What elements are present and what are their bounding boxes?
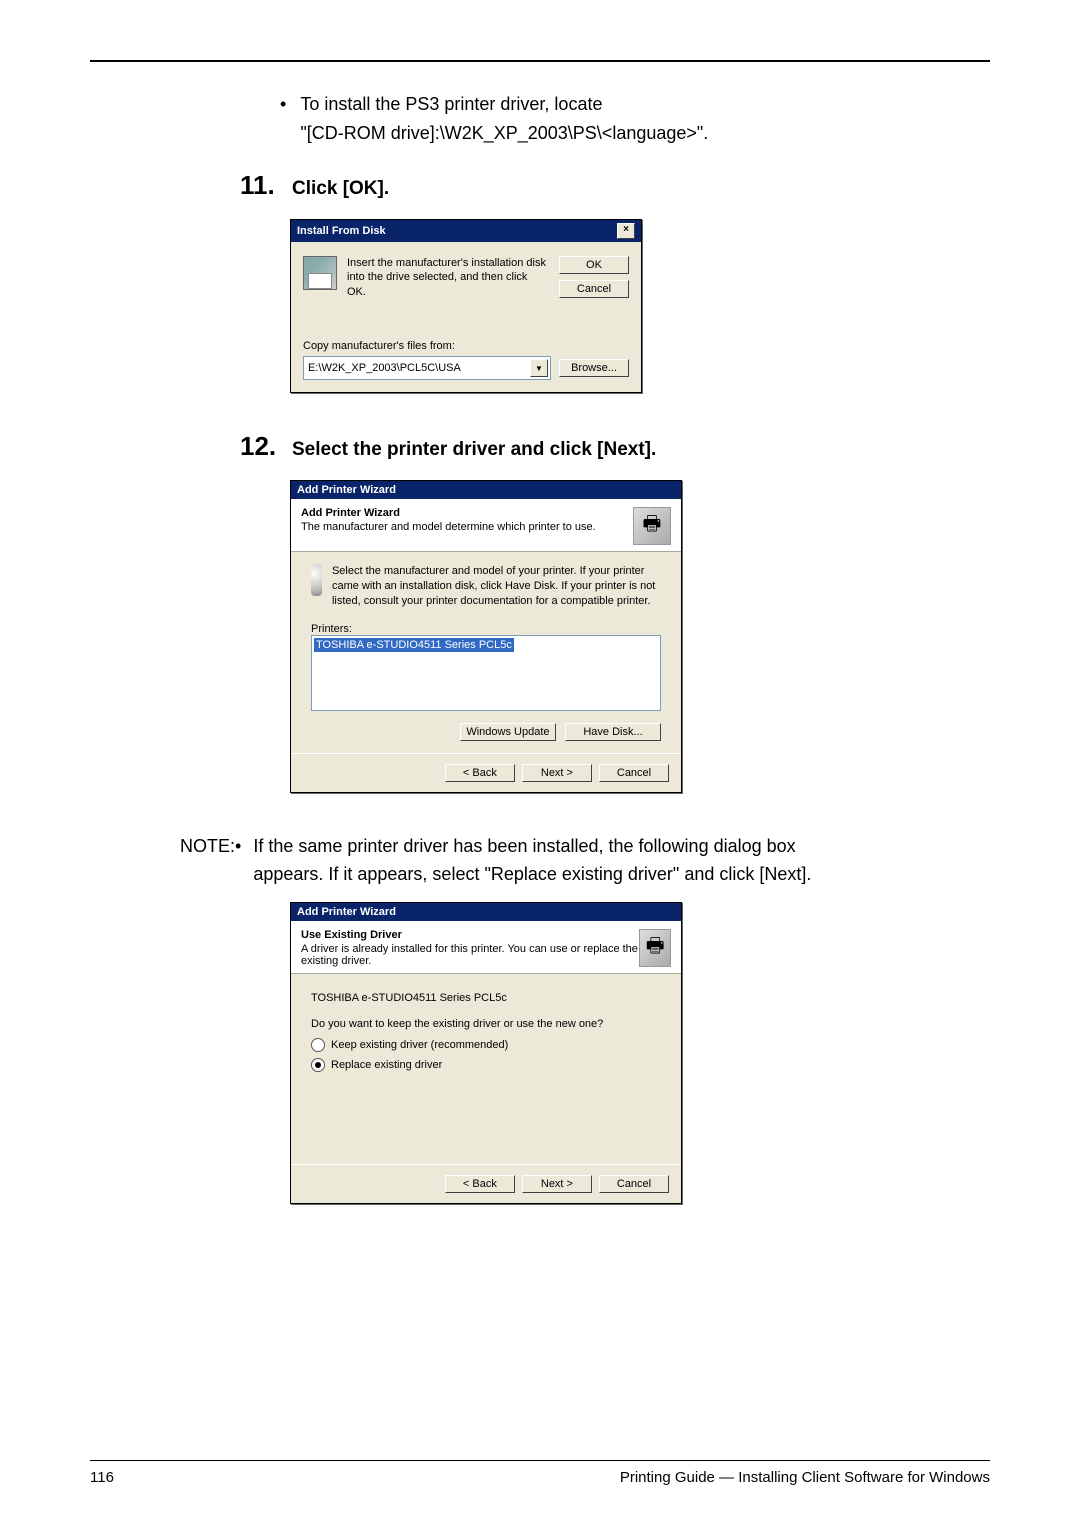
printer-list-item[interactable]: TOSHIBA e-STUDIO4511 Series PCL5c: [314, 638, 514, 652]
page-footer: 116 Printing Guide — Installing Client S…: [90, 1460, 990, 1486]
bullet-text-line2: "[CD-ROM drive]:\W2K_XP_2003\PS\<languag…: [300, 123, 708, 143]
wizard-info-text: Select the manufacturer and model of you…: [332, 564, 661, 609]
browse-button[interactable]: Browse...: [559, 359, 629, 377]
next-button[interactable]: Next >: [522, 764, 592, 782]
cancel-button[interactable]: Cancel: [559, 280, 629, 298]
step-number: 11.: [240, 170, 278, 201]
printers-label: Printers:: [311, 623, 661, 635]
windows-update-button[interactable]: Windows Update: [460, 723, 556, 741]
install-from-disk-dialog: Install From Disk × Insert the manufactu…: [290, 219, 642, 394]
cancel-button[interactable]: Cancel: [599, 1175, 669, 1193]
printers-listbox[interactable]: TOSHIBA e-STUDIO4511 Series PCL5c: [311, 635, 661, 711]
bullet-dot: •: [280, 90, 286, 148]
step-12: 12. Select the printer driver and click …: [240, 431, 990, 462]
bullet-dot: •: [235, 833, 241, 889]
note-label: NOTE:: [180, 833, 235, 889]
have-disk-button[interactable]: Have Disk...: [565, 723, 661, 741]
back-button[interactable]: < Back: [445, 764, 515, 782]
printer-icon: 🖶: [633, 507, 671, 545]
copy-from-label: Copy manufacturer's files from:: [303, 340, 629, 352]
dialog-message: Insert the manufacturer's installation d…: [347, 256, 549, 301]
step-instruction: Select the printer driver and click [Nex…: [292, 439, 656, 461]
step-11: 11. Click [OK].: [240, 170, 990, 201]
close-icon[interactable]: ×: [617, 223, 635, 239]
wizard-heading: Add Printer Wizard: [301, 507, 596, 519]
dialog-title-text: Add Printer Wizard: [297, 484, 396, 496]
bullet-ps3-driver: • To install the PS3 printer driver, loc…: [280, 90, 990, 148]
radio-label: Replace existing driver: [331, 1059, 442, 1071]
next-button[interactable]: Next >: [522, 1175, 592, 1193]
top-divider: [90, 60, 990, 62]
wizard-subheading: The manufacturer and model determine whi…: [301, 521, 596, 533]
wizard-heading: Use Existing Driver: [301, 929, 639, 941]
driver-question: Do you want to keep the existing driver …: [311, 1018, 661, 1030]
use-existing-driver-dialog: Add Printer Wizard Use Existing Driver A…: [290, 902, 682, 1204]
dialog-title-text: Add Printer Wizard: [297, 906, 396, 918]
ok-button[interactable]: OK: [559, 256, 629, 274]
driver-model-text: TOSHIBA e-STUDIO4511 Series PCL5c: [311, 992, 661, 1004]
step-number: 12.: [240, 431, 278, 462]
radio-keep-existing[interactable]: Keep existing driver (recommended): [311, 1038, 661, 1052]
chevron-down-icon[interactable]: ▼: [530, 359, 548, 377]
step-instruction: Click [OK].: [292, 178, 389, 200]
path-value: E:\W2K_XP_2003\PCL5C\USA: [308, 362, 461, 374]
radio-label: Keep existing driver (recommended): [331, 1039, 508, 1051]
floppy-disk-icon: [303, 256, 337, 290]
dialog-titlebar: Install From Disk ×: [291, 220, 641, 242]
bullet-text-line1: To install the PS3 printer driver, locat…: [300, 94, 602, 114]
dialog-titlebar: Add Printer Wizard: [291, 481, 681, 499]
add-printer-wizard-dialog: Add Printer Wizard Add Printer Wizard Th…: [290, 480, 682, 793]
radio-icon: [311, 1058, 325, 1072]
page-number: 116: [90, 1469, 114, 1486]
cancel-button[interactable]: Cancel: [599, 764, 669, 782]
footer-text: Printing Guide — Installing Client Softw…: [620, 1469, 990, 1486]
dialog-title-text: Install From Disk: [297, 225, 386, 237]
path-combobox[interactable]: E:\W2K_XP_2003\PCL5C\USA ▼: [303, 356, 551, 380]
printer-icon: 🖶: [639, 929, 671, 967]
wizard-subheading: A driver is already installed for this p…: [301, 943, 639, 967]
radio-icon: [311, 1038, 325, 1052]
note-block: NOTE: • If the same printer driver has b…: [180, 833, 870, 889]
dialog-titlebar: Add Printer Wizard: [291, 903, 681, 921]
printer-small-icon: [311, 564, 322, 596]
note-text: If the same printer driver has been inst…: [253, 833, 870, 889]
radio-replace-existing[interactable]: Replace existing driver: [311, 1058, 661, 1072]
back-button[interactable]: < Back: [445, 1175, 515, 1193]
